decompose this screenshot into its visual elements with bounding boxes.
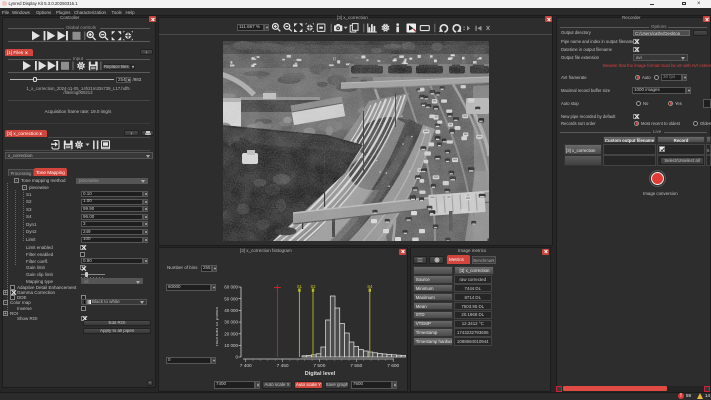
svg-text:0: 0 <box>235 355 238 360</box>
svg-text:20 000: 20 000 <box>224 331 238 336</box>
svg-text:7 450: 7 450 <box>277 363 289 368</box>
svg-text:30 000: 30 000 <box>224 320 238 325</box>
svg-text:S4: S4 <box>367 284 373 289</box>
svg-text:7 550: 7 550 <box>350 363 362 368</box>
svg-text:40 000: 40 000 <box>224 308 238 313</box>
svg-text:7 500: 7 500 <box>313 363 325 368</box>
svg-text:7 600: 7 600 <box>387 363 399 368</box>
svg-text:50 000: 50 000 <box>224 296 238 301</box>
svg-text:S1: S1 <box>297 284 303 289</box>
svg-text:60 000: 60 000 <box>224 285 238 290</box>
svg-text:Number of pixels: Number of pixels <box>216 307 220 346</box>
svg-text:7 400: 7 400 <box>240 363 252 368</box>
svg-text:10 000: 10 000 <box>224 343 238 348</box>
svg-text:S2: S2 <box>310 284 316 289</box>
